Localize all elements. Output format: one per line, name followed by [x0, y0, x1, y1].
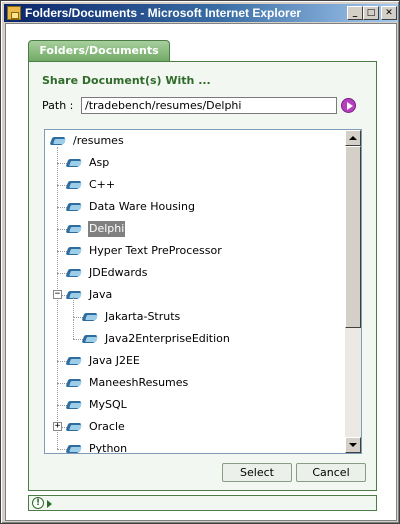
folder-icon [67, 290, 83, 300]
close-button[interactable]: ✕ [381, 6, 397, 20]
info-icon: ! [32, 497, 44, 509]
folder-icon [67, 378, 83, 388]
tree-item-label: MySQL [89, 398, 127, 411]
browser-window: Folders/Documents - Microsoft Internet E… [0, 0, 400, 524]
tree-subitem[interactable]: Jakarta-Struts [45, 297, 335, 325]
scroll-down-icon[interactable] [345, 437, 361, 453]
folder-icon [51, 136, 67, 146]
tree-item-label: Jakarta-Struts [105, 310, 181, 323]
tree-item[interactable]: Data Ware Housing [45, 199, 335, 215]
tree-item[interactable]: C++ [45, 177, 335, 193]
path-input[interactable]: /tradebench/resumes/Delphi [81, 97, 337, 114]
tree-connector [73, 297, 74, 317]
folder-tree-content: /resumes Asp C++ Data Ware Housing Delphi Hyp… [45, 130, 345, 453]
tree-item[interactable]: + Oracle [45, 419, 335, 435]
tree-item-label: Hyper Text PreProcessor [89, 244, 222, 257]
folder-icon [67, 400, 83, 410]
folder-icon [67, 224, 83, 234]
path-label: Path : [42, 99, 74, 112]
tree-item[interactable]: Asp [45, 155, 335, 171]
scroll-up-icon[interactable] [345, 130, 361, 146]
status-arrow-icon [47, 500, 52, 508]
collapse-toggle-icon[interactable]: − [53, 290, 62, 299]
tree-item[interactable]: Delphi [45, 221, 335, 237]
tree-item[interactable]: Python [45, 441, 335, 454]
cancel-button[interactable]: Cancel [296, 463, 366, 482]
tree-item-label: JDEdwards [89, 266, 148, 279]
select-button[interactable]: Select [222, 463, 292, 482]
tree-item-label: C++ [89, 178, 116, 191]
tree-item-label: Java [89, 288, 113, 301]
title-bar[interactable]: Folders/Documents - Microsoft Internet E… [4, 4, 398, 22]
folder-icon [67, 268, 83, 278]
go-arrow-icon[interactable] [341, 98, 356, 113]
tree-item-label: Python [89, 442, 128, 454]
tree-subitem[interactable]: Java2EnterpriseEdition [45, 319, 335, 347]
folder-icon [67, 158, 83, 168]
folder-icon [67, 202, 83, 212]
tree-item-label: ManeeshResumes [89, 376, 189, 389]
status-bar: ! [28, 495, 377, 511]
window-title: Folders/Documents - Microsoft Internet E… [25, 6, 302, 20]
expand-toggle-icon[interactable]: + [53, 422, 62, 431]
tree-root[interactable]: /resumes [45, 133, 325, 149]
minimize-button[interactable]: _ [347, 6, 363, 20]
tree-item-label: Java2EnterpriseEdition [105, 332, 230, 345]
tree-item[interactable]: ManeeshResumes [45, 375, 335, 391]
folder-icon [83, 334, 99, 344]
tree-item[interactable]: MySQL [45, 397, 335, 413]
maximize-button[interactable]: □ [363, 6, 379, 20]
tree-item[interactable]: Hyper Text PreProcessor [45, 243, 335, 259]
folder-icon [67, 180, 83, 190]
tree-scrollbar[interactable] [345, 130, 361, 453]
page-content: Folders/Documents Share Document(s) With… [5, 23, 397, 521]
tree-root-label: /resumes [73, 134, 124, 147]
tree-item-label: Data Ware Housing [89, 200, 195, 213]
folder-icon [67, 444, 83, 453]
folders-panel: Share Document(s) With ... Path : /trade… [28, 61, 377, 491]
folder-icon [67, 356, 83, 366]
folder-icon [67, 246, 83, 256]
tree-item-label: Oracle [89, 420, 125, 433]
folder-app-icon [7, 6, 21, 20]
folder-tree[interactable]: /resumes Asp C++ Data Ware Housing Delphi Hyp… [44, 129, 362, 454]
scroll-thumb[interactable] [345, 146, 361, 328]
tree-item[interactable]: Java J2EE [45, 353, 335, 369]
folder-icon [83, 312, 99, 322]
folder-icon [67, 422, 83, 432]
tree-item-label: Java J2EE [89, 354, 140, 367]
tree-item[interactable]: − Java [45, 287, 335, 303]
tree-item-label: Asp [89, 156, 110, 169]
tree-connector [73, 319, 74, 339]
share-heading: Share Document(s) With ... [42, 74, 211, 87]
tab-folders-documents[interactable]: Folders/Documents [28, 40, 170, 62]
tree-item-label: Delphi [88, 221, 126, 237]
tree-item[interactable]: JDEdwards [45, 265, 335, 281]
